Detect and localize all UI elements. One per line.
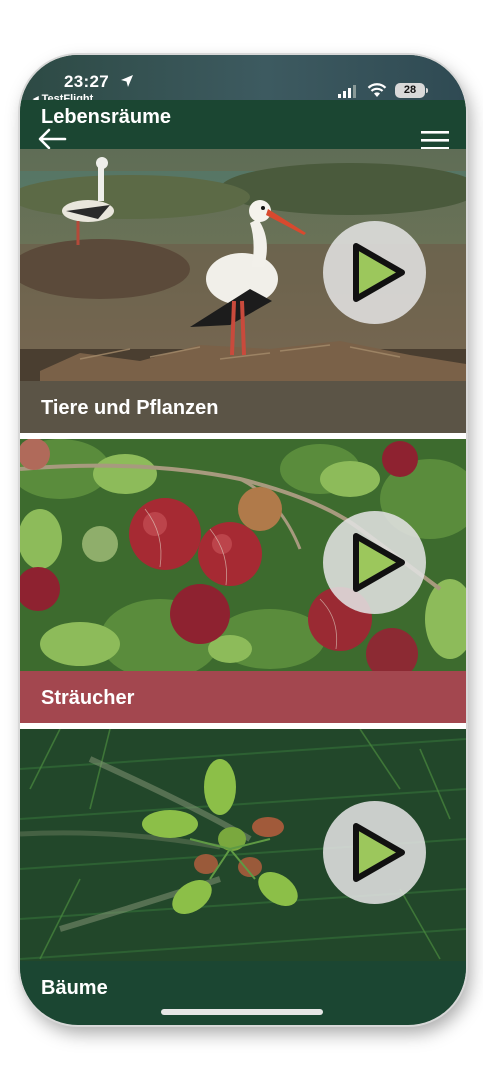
home-indicator[interactable] (161, 1009, 323, 1015)
play-button[interactable] (323, 221, 426, 324)
location-arrow-icon (121, 75, 133, 87)
phone-frame: 23:27 ◂ TestFlight 28 Lebensräume Tiere … (20, 55, 466, 1025)
play-button[interactable] (323, 801, 426, 904)
fir-branch-image (20, 729, 466, 961)
card-label: Tiere und Pflanzen (20, 381, 466, 433)
play-button[interactable] (323, 511, 426, 614)
stork-image (20, 149, 466, 381)
cellular-signal-icon (338, 85, 356, 98)
habitat-card-baeume[interactable]: Bäume (20, 729, 466, 1019)
play-icon (353, 823, 405, 882)
habitat-card-straeucher[interactable]: Sträucher (20, 439, 466, 729)
card-label: Sträucher (20, 671, 466, 723)
habitat-card-tiere-und-pflanzen[interactable]: Tiere und Pflanzen (20, 149, 466, 439)
play-icon (353, 533, 405, 592)
card-label: Bäume (20, 961, 466, 1013)
play-icon (353, 243, 405, 302)
clock-time: 23:27 (64, 72, 109, 91)
battery-indicator: 28 (395, 83, 428, 98)
status-bar: 23:27 ◂ TestFlight 28 (20, 55, 466, 105)
wifi-icon (367, 83, 387, 97)
app-header: Lebensräume (20, 100, 466, 194)
gooseberry-image (20, 439, 466, 671)
